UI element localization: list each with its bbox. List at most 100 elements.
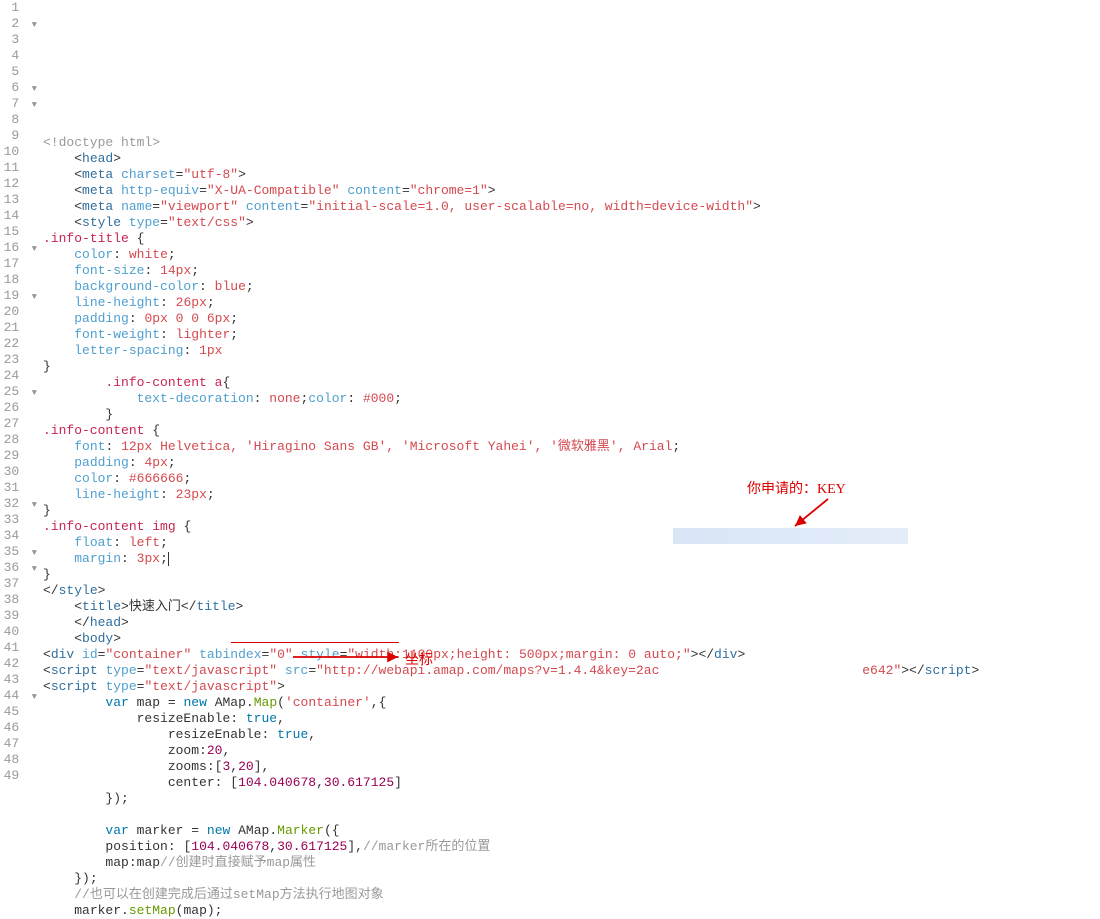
line-number[interactable]: 29 [0, 448, 37, 464]
fold-toggle[interactable]: ▼ [27, 561, 37, 577]
code-line[interactable]: font-size: 14px; [43, 263, 1100, 279]
line-number[interactable]: 18 [0, 272, 37, 288]
line-number[interactable]: 8 [0, 112, 37, 128]
line-number[interactable]: 11 [0, 160, 37, 176]
line-number[interactable]: 6 ▼ [0, 80, 37, 96]
fold-toggle[interactable]: ▼ [27, 241, 37, 257]
code-line[interactable]: text-decoration: none;color: #000; [43, 391, 1100, 407]
line-number[interactable]: 2 ▼ [0, 16, 37, 32]
code-line[interactable]: <title>快速入门</title> [43, 599, 1100, 615]
code-line[interactable]: <script type="text/javascript" src="http… [43, 663, 1100, 679]
code-line[interactable]: padding: 4px; [43, 455, 1100, 471]
code-line[interactable]: .info-content { [43, 423, 1100, 439]
code-line[interactable]: .info-title { [43, 231, 1100, 247]
line-number[interactable]: 27 [0, 416, 37, 432]
code-line[interactable]: padding: 0px 0 0 6px; [43, 311, 1100, 327]
code-line[interactable]: }); [43, 871, 1100, 887]
line-number[interactable]: 40 [0, 624, 37, 640]
line-number[interactable]: 45 [0, 704, 37, 720]
code-line[interactable]: </style> [43, 583, 1100, 599]
code-line[interactable]: } [43, 359, 1100, 375]
line-number[interactable]: 39 [0, 608, 37, 624]
line-number[interactable]: 37 [0, 576, 37, 592]
fold-toggle[interactable]: ▼ [27, 97, 37, 113]
line-number[interactable]: 23 [0, 352, 37, 368]
code-line[interactable]: line-height: 26px; [43, 295, 1100, 311]
code-line[interactable]: .info-content a{ [43, 375, 1100, 391]
line-number[interactable]: 20 [0, 304, 37, 320]
line-number[interactable]: 49 [0, 768, 37, 784]
code-line[interactable]: marker.setMap(map); [43, 903, 1100, 919]
line-number[interactable]: 17 [0, 256, 37, 272]
code-line[interactable]: <!doctype html> [43, 135, 1100, 151]
code-line[interactable]: float: left; [43, 535, 1100, 551]
line-number[interactable]: 34 [0, 528, 37, 544]
line-number-gutter[interactable]: 1 2 ▼3 4 5 6 ▼7 ▼8 9 10 11 12 13 14 15 1… [0, 0, 43, 919]
line-number[interactable]: 43 [0, 672, 37, 688]
code-line[interactable]: background-color: blue; [43, 279, 1100, 295]
code-line[interactable]: color: #666666; [43, 471, 1100, 487]
line-number[interactable]: 41 [0, 640, 37, 656]
code-line[interactable]: <script type="text/javascript"> [43, 679, 1100, 695]
code-line[interactable]: <meta name="viewport" content="initial-s… [43, 199, 1100, 215]
line-number[interactable]: 7 ▼ [0, 96, 37, 112]
code-line[interactable]: var map = new AMap.Map('container',{ [43, 695, 1100, 711]
line-number[interactable]: 21 [0, 320, 37, 336]
line-number[interactable]: 5 [0, 64, 37, 80]
code-line[interactable]: font-weight: lighter; [43, 327, 1100, 343]
code-line[interactable]: <head> [43, 151, 1100, 167]
line-number[interactable]: 22 [0, 336, 37, 352]
line-number[interactable]: 35 ▼ [0, 544, 37, 560]
code-line[interactable]: }); [43, 791, 1100, 807]
line-number[interactable]: 9 [0, 128, 37, 144]
code-line[interactable]: font: 12px Helvetica, 'Hiragino Sans GB'… [43, 439, 1100, 455]
code-line[interactable]: position: [104.040678,30.617125],//marke… [43, 839, 1100, 855]
code-line[interactable]: center: [104.040678,30.617125] [43, 775, 1100, 791]
code-line[interactable]: <style type="text/css"> [43, 215, 1100, 231]
code-line[interactable]: </head> [43, 615, 1100, 631]
line-number[interactable]: 3 [0, 32, 37, 48]
code-line[interactable]: map:map//创建时直接赋予map属性 [43, 855, 1100, 871]
line-number[interactable]: 13 [0, 192, 37, 208]
fold-toggle[interactable]: ▼ [27, 17, 37, 33]
line-number[interactable]: 38 [0, 592, 37, 608]
line-number[interactable]: 46 [0, 720, 37, 736]
code-line[interactable]: margin: 3px; [43, 551, 1100, 567]
fold-toggle[interactable]: ▼ [27, 385, 37, 401]
fold-toggle[interactable]: ▼ [27, 497, 37, 513]
code-line[interactable]: <div id="container" tabindex="0" style="… [43, 647, 1100, 663]
code-line[interactable]: var marker = new AMap.Marker({ [43, 823, 1100, 839]
code-line[interactable]: line-height: 23px; [43, 487, 1100, 503]
line-number[interactable]: 1 [0, 0, 37, 16]
code-line[interactable]: <meta http-equiv="X-UA-Compatible" conte… [43, 183, 1100, 199]
code-line[interactable]: resizeEnable: true, [43, 727, 1100, 743]
code-line[interactable]: zooms:[3,20], [43, 759, 1100, 775]
line-number[interactable]: 14 [0, 208, 37, 224]
code-line[interactable]: } [43, 503, 1100, 519]
code-line[interactable]: } [43, 567, 1100, 583]
fold-toggle[interactable]: ▼ [27, 81, 37, 97]
line-number[interactable]: 12 [0, 176, 37, 192]
code-editor[interactable]: 1 2 ▼3 4 5 6 ▼7 ▼8 9 10 11 12 13 14 15 1… [0, 0, 1100, 919]
fold-toggle[interactable]: ▼ [27, 689, 37, 705]
fold-toggle[interactable]: ▼ [27, 545, 37, 561]
code-line[interactable]: <meta charset="utf-8"> [43, 167, 1100, 183]
code-line[interactable]: color: white; [43, 247, 1100, 263]
line-number[interactable]: 19 ▼ [0, 288, 37, 304]
code-line[interactable]: //也可以在创建完成后通过setMap方法执行地图对象 [43, 887, 1100, 903]
code-line[interactable] [43, 807, 1100, 823]
line-number[interactable]: 47 [0, 736, 37, 752]
code-area[interactable]: 你申请的：KEY 坐标 <!doctype html> <head> <meta… [43, 0, 1100, 919]
line-number[interactable]: 25 ▼ [0, 384, 37, 400]
line-number[interactable]: 26 [0, 400, 37, 416]
line-number[interactable]: 44 ▼ [0, 688, 37, 704]
line-number[interactable]: 33 [0, 512, 37, 528]
line-number[interactable]: 28 [0, 432, 37, 448]
code-line[interactable]: zoom:20, [43, 743, 1100, 759]
fold-toggle[interactable]: ▼ [27, 289, 37, 305]
line-number[interactable]: 42 [0, 656, 37, 672]
line-number[interactable]: 30 [0, 464, 37, 480]
line-number[interactable]: 24 [0, 368, 37, 384]
code-line[interactable]: resizeEnable: true, [43, 711, 1100, 727]
line-number[interactable]: 15 [0, 224, 37, 240]
